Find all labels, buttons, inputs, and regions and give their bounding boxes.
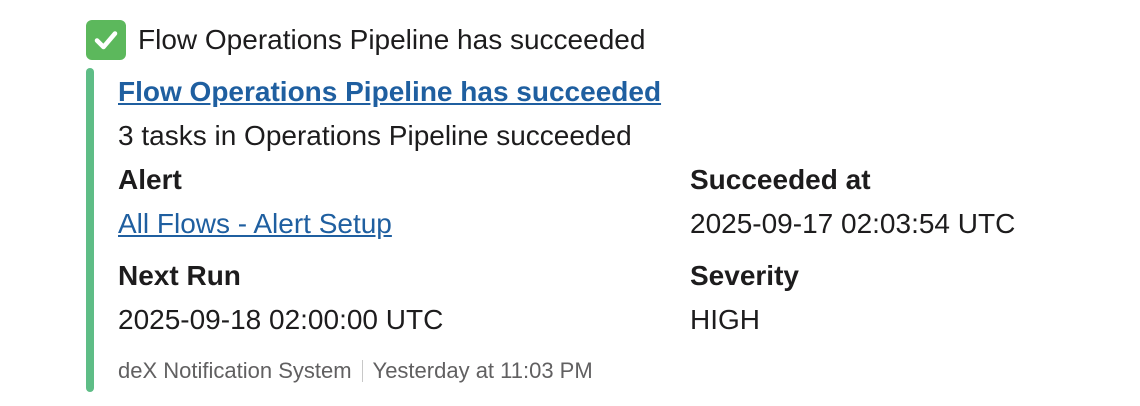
field-succeeded-at: Succeeded at 2025-09-17 02:03:54 UTC (690, 158, 1015, 246)
message-header: Flow Operations Pipeline has succeeded (86, 18, 645, 62)
alert-setup-link[interactable]: All Flows - Alert Setup (118, 202, 392, 246)
footer-divider (361, 360, 363, 382)
footer-source: deX Notification System (118, 358, 352, 383)
message-text: Flow Operations Pipeline has succeeded (138, 24, 646, 55)
field-value-next-run: 2025-09-18 02:00:00 UTC (118, 304, 444, 335)
attachment-footer: deX Notification System Yesterday at 11:… (118, 358, 593, 384)
check-mark-icon (86, 20, 126, 60)
notification-message: Flow Operations Pipeline has succeeded F… (0, 0, 1140, 406)
attachment-title-link[interactable]: Flow Operations Pipeline has succeeded (118, 76, 661, 108)
attachment: Flow Operations Pipeline has succeeded 3… (86, 68, 1086, 392)
field-value-severity: HIGH (690, 304, 760, 335)
attachment-accent-bar (86, 68, 94, 392)
field-label-succeeded-at: Succeeded at (690, 164, 871, 195)
attachment-description: 3 tasks in Operations Pipeline succeeded (118, 120, 632, 151)
field-label-next-run: Next Run (118, 260, 241, 291)
field-label-alert: Alert (118, 164, 182, 195)
field-value-succeeded-at: 2025-09-17 02:03:54 UTC (690, 208, 1016, 239)
field-severity: Severity HIGH (690, 254, 799, 342)
field-next-run: Next Run 2025-09-18 02:00:00 UTC (118, 254, 443, 342)
field-alert: Alert All Flows - Alert Setup (118, 158, 392, 246)
footer-timestamp[interactable]: Yesterday at 11:03 PM (373, 358, 593, 384)
field-label-severity: Severity (690, 260, 799, 291)
